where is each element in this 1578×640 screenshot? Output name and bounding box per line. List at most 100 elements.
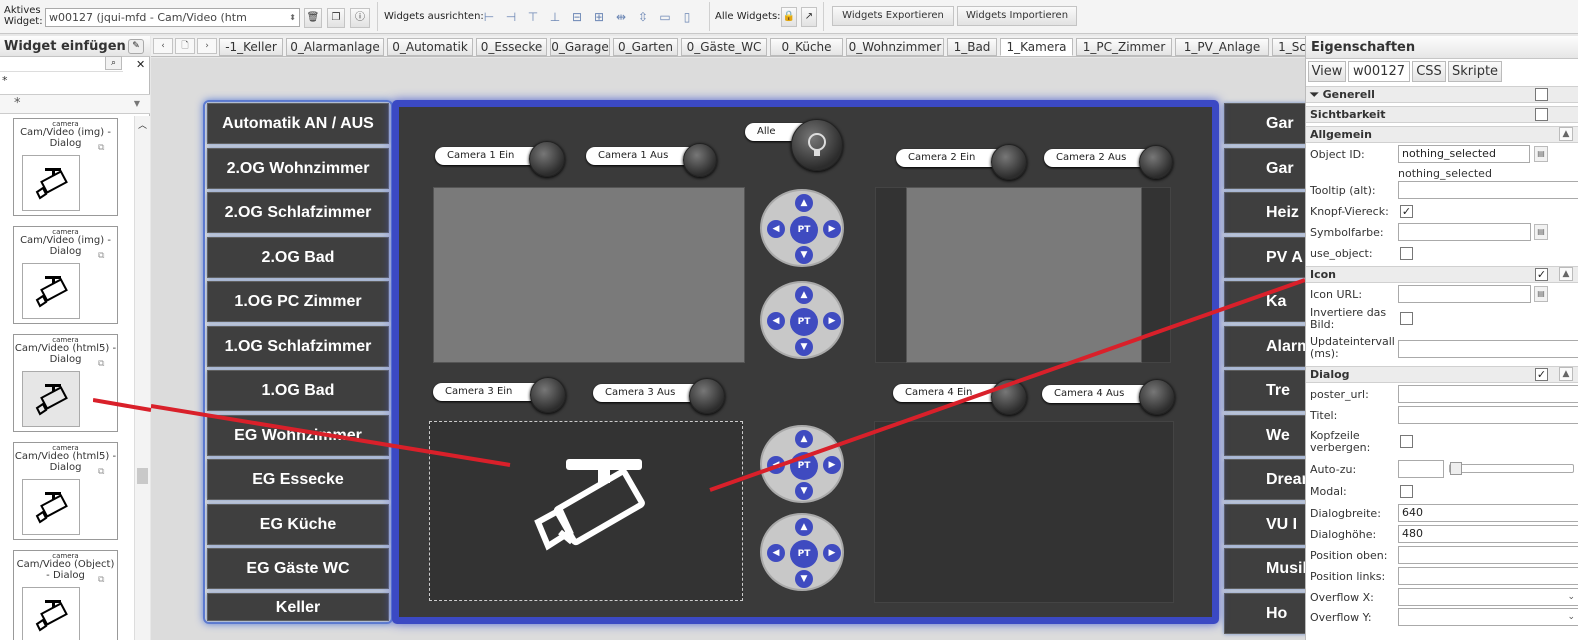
nav-button[interactable]: EG Wohnzimmer: [207, 414, 389, 456]
right-nav-button[interactable]: VU I: [1224, 503, 1305, 545]
camera2-video[interactable]: [906, 187, 1142, 363]
nav-button[interactable]: 2.OG Schlafzimmer: [207, 192, 389, 233]
nav-button[interactable]: EG Gäste WC: [207, 548, 389, 589]
tab-css[interactable]: CSS: [1412, 61, 1446, 82]
widget-category-select[interactable]: * ▼: [0, 94, 150, 114]
nav-button[interactable]: Keller: [207, 592, 389, 621]
distribute-h-icon[interactable]: ⇹: [613, 8, 629, 26]
search-icon[interactable]: ⌕: [105, 56, 122, 70]
align-right-icon[interactable]: ⊣: [503, 8, 519, 26]
arrow-up-icon[interactable]: ▲: [795, 518, 813, 536]
ptz-control-2[interactable]: PT ▲ ▼ ◀ ▶: [760, 281, 844, 359]
right-nav-button[interactable]: Ho: [1224, 592, 1305, 634]
arrow-up-icon[interactable]: ▲: [795, 194, 813, 212]
arrow-up-icon[interactable]: ▲: [795, 286, 813, 304]
tooltip-field[interactable]: [1398, 181, 1578, 199]
camera2-on-knob[interactable]: [991, 144, 1027, 180]
unlock-all-button[interactable]: ↗: [801, 7, 817, 27]
widget-card[interactable]: camera Cam/Video (html5) - Dialog ⧉: [13, 334, 118, 432]
section-sichtbarkeit[interactable]: Sichtbarkeit: [1306, 106, 1578, 123]
camera4-off-knob[interactable]: [1139, 379, 1175, 415]
right-nav-button[interactable]: Tre: [1224, 370, 1305, 411]
arrow-right-icon[interactable]: ▶: [823, 456, 841, 474]
arrow-up-icon[interactable]: ▲: [795, 430, 813, 448]
active-widget-select[interactable]: w00127 (jqui-mfd - Cam/Video (htm ⬍: [45, 8, 300, 27]
tab-widget[interactable]: w00127: [1348, 61, 1410, 82]
widget-card[interactable]: camera Cam/Video (html5) - Dialog ⧉: [13, 442, 118, 540]
tab-skripte[interactable]: Skripte: [1448, 61, 1502, 82]
right-nav-button[interactable]: Musik: [1224, 548, 1305, 589]
chevron-left-icon[interactable]: ‹: [153, 38, 173, 54]
modal-checkbox[interactable]: [1400, 485, 1413, 498]
arrow-right-icon[interactable]: ▶: [823, 544, 841, 562]
nav-button[interactable]: EG Küche: [207, 503, 389, 545]
section-generell[interactable]: ⏷ Generell: [1306, 86, 1578, 103]
tab-view-0-automatik[interactable]: 0_Automatik: [387, 38, 473, 56]
camera3-on-knob[interactable]: [530, 377, 566, 413]
chevron-up-icon[interactable]: ▲: [1559, 367, 1573, 381]
tab-view-1-bad[interactable]: 1_Bad: [947, 38, 997, 56]
section-dialog[interactable]: Dialog ✓ ▲: [1306, 366, 1578, 383]
align-top-icon[interactable]: ⊤: [525, 8, 541, 26]
widget-list-scrollbar[interactable]: ︿: [134, 116, 150, 640]
file-picker-icon[interactable]: ▤: [1534, 286, 1548, 302]
camera1-off-knob[interactable]: [683, 143, 717, 177]
editor-canvas[interactable]: Automatik AN / AUS 2.OG Wohnzimmer 2.OG Sc…: [151, 58, 1305, 640]
icon-url-field[interactable]: [1398, 285, 1531, 303]
right-nav-button[interactable]: Alarm: [1224, 325, 1305, 367]
tab-view-0-küche[interactable]: 0_Küche: [770, 38, 843, 56]
arrow-left-icon[interactable]: ◀: [767, 544, 785, 562]
nav-button[interactable]: Automatik AN / AUS: [207, 103, 389, 144]
camera3-off-knob[interactable]: [689, 378, 725, 414]
object-picker-icon[interactable]: ▤: [1534, 146, 1548, 162]
icon-section-checkbox[interactable]: ✓: [1535, 268, 1548, 281]
overflow-x-select[interactable]: ⌄: [1398, 588, 1578, 606]
tab-view[interactable]: View: [1308, 61, 1346, 82]
tab-view-0-garten[interactable]: 0_Garten: [613, 38, 678, 56]
object-id-field[interactable]: nothing_selected: [1398, 145, 1530, 163]
tab-view-0-alarmanlage[interactable]: 0_Alarmanlage: [286, 38, 384, 56]
delete-view-icon[interactable]: 🗋: [175, 38, 195, 54]
distribute-v-icon[interactable]: ⇳: [635, 8, 651, 26]
chevron-up-icon[interactable]: ︿: [138, 118, 147, 131]
generell-checkbox[interactable]: [1535, 88, 1548, 101]
pin-icon[interactable]: ✎: [128, 39, 144, 54]
align-center-v-icon[interactable]: ⊟: [569, 8, 585, 26]
auto-zu-slider[interactable]: [1449, 462, 1574, 475]
nav-button[interactable]: 2.OG Bad: [207, 236, 389, 278]
ptz-control-4[interactable]: PT ▲ ▼ ◀ ▶: [760, 513, 844, 591]
camera1-video[interactable]: [433, 187, 745, 363]
overflow-y-select[interactable]: ⌄: [1398, 608, 1578, 626]
tab-view-1-sc[interactable]: 1_Sc: [1272, 38, 1305, 56]
camera4-video[interactable]: [874, 421, 1174, 603]
align-center-h-icon[interactable]: ⊞: [591, 8, 607, 26]
chevron-up-icon[interactable]: ▲: [1559, 267, 1573, 281]
tab-view-1-pc-zimmer[interactable]: 1_PC_Zimmer: [1076, 38, 1172, 56]
tab-view--1-keller[interactable]: -1_Keller: [219, 38, 283, 56]
sichtbarkeit-checkbox[interactable]: [1535, 108, 1548, 121]
arrow-left-icon[interactable]: ◀: [767, 456, 785, 474]
widget-card[interactable]: camera Cam/Video (Object) - Dialog ⧉: [13, 550, 118, 640]
close-icon[interactable]: ✕: [136, 58, 145, 71]
dialoghoehe-field[interactable]: 480: [1398, 525, 1578, 543]
lightbulb-icon[interactable]: [791, 119, 843, 171]
nav-button[interactable]: 2.OG Wohnzimmer: [207, 147, 389, 189]
use-object-checkbox[interactable]: [1400, 247, 1413, 260]
knopf-viereck-checkbox[interactable]: ✓: [1400, 205, 1413, 218]
color-picker-icon[interactable]: ▤: [1534, 224, 1548, 240]
position-oben-field[interactable]: [1398, 546, 1578, 564]
nav-button[interactable]: 1.OG PC Zimmer: [207, 281, 389, 322]
align-left-icon[interactable]: ⊢: [481, 8, 497, 26]
ptz-control-3[interactable]: PT ▲ ▼ ◀ ▶: [760, 425, 844, 503]
arrow-down-icon[interactable]: ▼: [795, 570, 813, 588]
dialog-section-checkbox[interactable]: ✓: [1535, 368, 1548, 381]
invert-checkbox[interactable]: [1400, 312, 1413, 325]
section-allgemein[interactable]: Allgemein ▲: [1306, 126, 1578, 143]
ptz-control-1[interactable]: PT ▲ ▼ ◀ ▶: [760, 189, 844, 267]
align-bottom-icon[interactable]: ⊥: [547, 8, 563, 26]
tab-view-0-garage[interactable]: 0_Garage: [550, 38, 610, 56]
symbolfarbe-field[interactable]: [1398, 223, 1531, 241]
same-width-icon[interactable]: ▭: [657, 8, 673, 26]
right-nav-button[interactable]: Heiz: [1224, 192, 1305, 233]
position-links-field[interactable]: [1398, 567, 1578, 585]
